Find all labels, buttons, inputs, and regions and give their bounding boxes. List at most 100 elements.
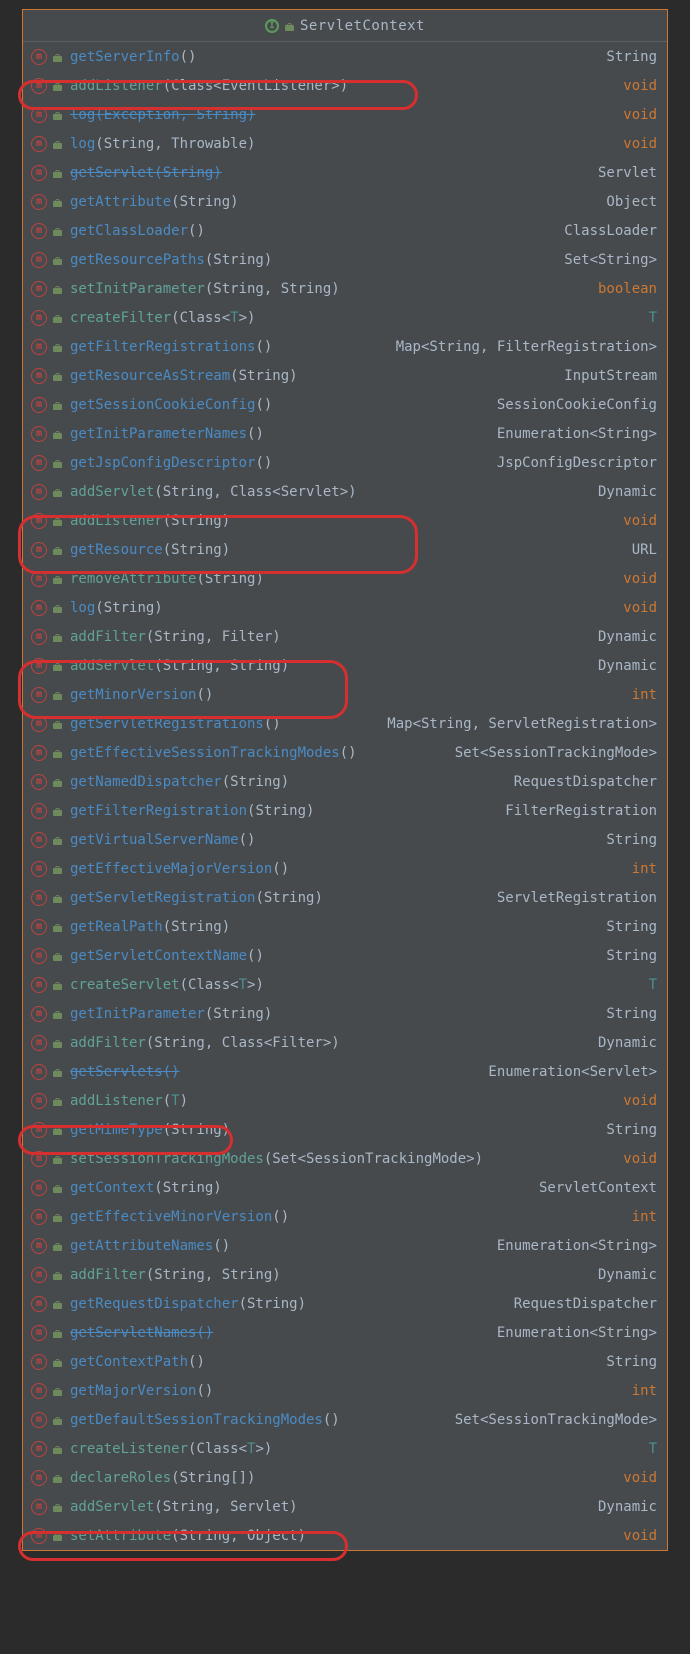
return-type: Enumeration<String>	[497, 426, 657, 442]
method-icon: m	[31, 1122, 47, 1138]
method-row[interactable]: mdeclareRoles(String[])void	[23, 1463, 667, 1492]
return-type: Dynamic	[598, 658, 657, 674]
method-row[interactable]: mcreateListener(Class<T>)T	[23, 1434, 667, 1463]
method-row[interactable]: mgetJspConfigDescriptor()JspConfigDescri…	[23, 448, 667, 477]
method-icon: m	[31, 1267, 47, 1283]
method-signature: addListener(T)	[70, 1093, 615, 1109]
return-type: Map<String, FilterRegistration>	[396, 339, 657, 355]
lock-icon	[53, 226, 62, 236]
method-row[interactable]: mgetEffectiveMinorVersion()int	[23, 1202, 667, 1231]
method-row[interactable]: msetSessionTrackingModes(Set<SessionTrac…	[23, 1144, 667, 1173]
method-row[interactable]: mgetServlets()Enumeration<Servlet>	[23, 1057, 667, 1086]
method-signature: addServlet(String, String)	[70, 658, 590, 674]
lock-icon	[53, 1038, 62, 1048]
method-row[interactable]: mgetResource(String)URL	[23, 535, 667, 564]
method-row[interactable]: mcreateFilter(Class<T>)T	[23, 303, 667, 332]
method-row[interactable]: mgetInitParameter(String)String	[23, 999, 667, 1028]
method-row[interactable]: mgetResourcePaths(String)Set<String>	[23, 245, 667, 274]
return-type: String	[606, 919, 657, 935]
method-signature: addFilter(String, Class<Filter>)	[70, 1035, 590, 1051]
method-row[interactable]: mgetServletRegistration(String)ServletRe…	[23, 883, 667, 912]
lock-icon	[53, 371, 62, 381]
method-row[interactable]: mlog(Exception, String)void	[23, 100, 667, 129]
method-row[interactable]: mgetRequestDispatcher(String)RequestDisp…	[23, 1289, 667, 1318]
method-row[interactable]: msetInitParameter(String, String)boolean	[23, 274, 667, 303]
return-type: String	[606, 1354, 657, 1370]
method-row[interactable]: mgetClassLoader()ClassLoader	[23, 216, 667, 245]
method-row[interactable]: maddServlet(String, Servlet)Dynamic	[23, 1492, 667, 1521]
method-row[interactable]: mgetServletNames()Enumeration<String>	[23, 1318, 667, 1347]
lock-icon	[53, 864, 62, 874]
method-signature: getServlet(String)	[70, 165, 590, 181]
method-row[interactable]: maddListener(String)void	[23, 506, 667, 535]
method-row[interactable]: maddListener(T)void	[23, 1086, 667, 1115]
method-icon: m	[31, 455, 47, 471]
method-row[interactable]: mgetServerInfo()String	[23, 42, 667, 71]
lock-icon	[53, 1444, 62, 1454]
method-row[interactable]: mgetResourceAsStream(String)InputStream	[23, 361, 667, 390]
method-row[interactable]: mgetVirtualServerName()String	[23, 825, 667, 854]
return-type: Dynamic	[598, 1035, 657, 1051]
method-row[interactable]: mgetNamedDispatcher(String)RequestDispat…	[23, 767, 667, 796]
method-icon: m	[31, 1470, 47, 1486]
method-signature: getEffectiveMinorVersion()	[70, 1209, 624, 1225]
method-icon: m	[31, 513, 47, 529]
method-row[interactable]: maddFilter(String, String)Dynamic	[23, 1260, 667, 1289]
method-icon: m	[31, 803, 47, 819]
method-icon: m	[31, 1412, 47, 1428]
method-row[interactable]: mgetFilterRegistrations()Map<String, Fil…	[23, 332, 667, 361]
method-row[interactable]: msetAttribute(String, Object)void	[23, 1521, 667, 1550]
method-icon: m	[31, 397, 47, 413]
method-row[interactable]: mgetRealPath(String)String	[23, 912, 667, 941]
method-list: mgetServerInfo()StringmaddListener(Class…	[23, 42, 667, 1550]
method-icon: m	[31, 165, 47, 181]
return-type: T	[649, 310, 657, 326]
method-row[interactable]: mgetEffectiveMajorVersion()int	[23, 854, 667, 883]
method-icon: m	[31, 774, 47, 790]
method-row[interactable]: maddListener(Class<EventListener>)void	[23, 71, 667, 100]
method-row[interactable]: maddFilter(String, Class<Filter>)Dynamic	[23, 1028, 667, 1057]
method-row[interactable]: mgetAttribute(String)Object	[23, 187, 667, 216]
method-row[interactable]: mgetSessionCookieConfig()SessionCookieCo…	[23, 390, 667, 419]
method-row[interactable]: mgetEffectiveSessionTrackingModes()Set<S…	[23, 738, 667, 767]
method-icon: m	[31, 948, 47, 964]
lock-icon	[53, 168, 62, 178]
method-signature: getResourceAsStream(String)	[70, 368, 556, 384]
method-signature: addServlet(String, Servlet)	[70, 1499, 590, 1515]
method-row[interactable]: mgetMajorVersion()int	[23, 1376, 667, 1405]
method-row[interactable]: mgetAttributeNames()Enumeration<String>	[23, 1231, 667, 1260]
method-row[interactable]: mgetContextPath()String	[23, 1347, 667, 1376]
method-row[interactable]: mgetDefaultSessionTrackingModes()Set<Ses…	[23, 1405, 667, 1434]
method-row[interactable]: maddFilter(String, Filter)Dynamic	[23, 622, 667, 651]
method-row[interactable]: mgetFilterRegistration(String)FilterRegi…	[23, 796, 667, 825]
method-row[interactable]: mgetServletRegistrations()Map<String, Se…	[23, 709, 667, 738]
method-row[interactable]: mlog(String, Throwable)void	[23, 129, 667, 158]
method-icon: m	[31, 919, 47, 935]
method-row[interactable]: mgetInitParameterNames()Enumeration<Stri…	[23, 419, 667, 448]
return-type: JspConfigDescriptor	[497, 455, 657, 471]
method-signature: getMajorVersion()	[70, 1383, 624, 1399]
method-signature: getContext(String)	[70, 1180, 531, 1196]
method-signature: getRequestDispatcher(String)	[70, 1296, 506, 1312]
lock-icon	[53, 1386, 62, 1396]
method-icon: m	[31, 1180, 47, 1196]
method-row[interactable]: mcreateServlet(Class<T>)T	[23, 970, 667, 999]
return-type: RequestDispatcher	[514, 1296, 657, 1312]
method-row[interactable]: mgetServlet(String)Servlet	[23, 158, 667, 187]
method-icon: m	[31, 1383, 47, 1399]
return-type: Set<String>	[564, 252, 657, 268]
method-row[interactable]: mgetMinorVersion()int	[23, 680, 667, 709]
method-row[interactable]: maddServlet(String, Class<Servlet>)Dynam…	[23, 477, 667, 506]
method-row[interactable]: maddServlet(String, String)Dynamic	[23, 651, 667, 680]
method-icon: m	[31, 1093, 47, 1109]
method-row[interactable]: mgetContext(String)ServletContext	[23, 1173, 667, 1202]
method-row[interactable]: mlog(String)void	[23, 593, 667, 622]
method-row[interactable]: mremoveAttribute(String)void	[23, 564, 667, 593]
class-name: ServletContext	[300, 18, 425, 34]
method-signature: getEffectiveMajorVersion()	[70, 861, 624, 877]
method-icon: m	[31, 281, 47, 297]
method-row[interactable]: mgetMimeType(String)String	[23, 1115, 667, 1144]
method-row[interactable]: mgetServletContextName()String	[23, 941, 667, 970]
return-type: T	[649, 977, 657, 993]
method-icon: m	[31, 745, 47, 761]
